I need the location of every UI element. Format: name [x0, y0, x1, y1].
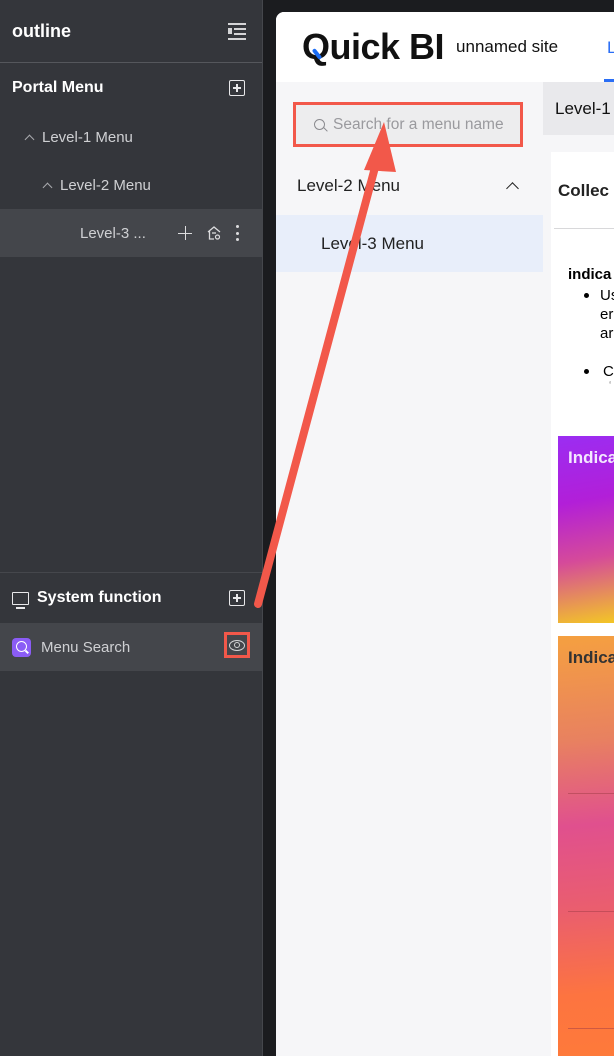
search-badge-icon	[12, 637, 31, 657]
top-navbar: Quick BI unnamed site L	[276, 12, 614, 82]
nav-tab-level-1[interactable]: L	[607, 38, 614, 58]
collection-title: Collec	[558, 181, 610, 200]
indicator-heading: indica	[568, 266, 612, 283]
system-item-menu-search[interactable]: Menu Search	[0, 623, 262, 671]
indicator-card-title: Indica	[568, 448, 614, 467]
breadcrumb: Level-1	[543, 82, 614, 135]
add-system-function-icon[interactable]	[229, 590, 245, 606]
eye-icon	[229, 639, 245, 651]
portal-menu-title: Portal Menu	[12, 79, 104, 96]
indicator-card-orange[interactable]: Indica	[558, 636, 614, 1056]
menu-search-input[interactable]	[333, 115, 513, 134]
divider	[554, 228, 614, 229]
bullet-line: C	[581, 362, 614, 381]
menu-item-level-2[interactable]: Level-2 Menu	[276, 158, 543, 213]
side-menu: Level-2 Menu Level-3 Menu	[276, 82, 543, 1056]
tree-item-level-1[interactable]: Level-1 Menu	[0, 113, 262, 161]
tree-item-label: Level-2 Menu	[60, 176, 151, 194]
divider	[568, 793, 614, 794]
bullet-subtext: ‘	[609, 380, 612, 391]
more-vertical-icon[interactable]	[236, 225, 240, 241]
site-name: unnamed site	[456, 37, 559, 56]
chevron-up-icon[interactable]	[24, 134, 35, 144]
system-item-label: Menu Search	[41, 638, 131, 656]
indicator-card-title: Indica	[568, 648, 614, 667]
system-function-header: System function	[0, 573, 262, 623]
visibility-toggle-button[interactable]	[224, 632, 250, 658]
chevron-up-icon[interactable]	[42, 182, 53, 192]
indicator-card-purple[interactable]: Indica	[558, 436, 614, 623]
home-settings-icon[interactable]	[206, 225, 222, 241]
portal-preview: Quick BI unnamed site L Level-2 Menu Lev…	[276, 12, 614, 1056]
outline-panel: outline Portal Menu Level-1 Menu Level-2…	[0, 0, 263, 1056]
system-function-title-wrap: System function	[12, 589, 162, 609]
chevron-up-icon[interactable]	[506, 182, 519, 195]
tree-item-label: Level-1 Menu	[42, 128, 133, 146]
bullet-line: ar	[600, 325, 614, 342]
bullet-list: Us er ar C ‘	[581, 286, 614, 391]
divider	[568, 911, 614, 912]
tree-item-level-2[interactable]: Level-2 Menu	[0, 161, 262, 209]
bullet-line: Us	[581, 286, 614, 305]
menu-item-label: Level-2 Menu	[297, 175, 401, 195]
tree-item-label: Level-3 ...	[80, 224, 146, 242]
logo-text: Quick BI	[302, 26, 445, 67]
outline-title: outline	[12, 20, 71, 41]
add-portal-menu-icon[interactable]	[229, 80, 245, 96]
collapse-outline-icon[interactable]	[226, 22, 246, 40]
menu-item-label: Level-3 Menu	[321, 233, 425, 253]
bullet-line: er	[600, 306, 614, 323]
outline-header: outline	[0, 0, 262, 63]
plus-icon[interactable]	[178, 226, 192, 240]
tree-item-actions	[178, 209, 240, 257]
search-icon	[314, 119, 325, 130]
breadcrumb-item[interactable]: Level-1	[555, 99, 611, 119]
divider	[568, 1028, 614, 1029]
monitor-icon	[12, 591, 29, 609]
quick-bi-logo[interactable]: Quick BI	[302, 26, 445, 68]
portal-menu-header: Portal Menu	[0, 63, 262, 113]
system-function-section: System function Menu Search	[0, 573, 262, 671]
system-function-title: System function	[37, 589, 162, 606]
content-area: Level-1 Collec indica Us er ar C ‘ Indic…	[543, 82, 614, 1056]
menu-item-level-3[interactable]: Level-3 Menu	[276, 215, 543, 272]
menu-search-box[interactable]	[293, 102, 523, 147]
tree-item-level-3[interactable]: Level-3 ...	[0, 209, 262, 257]
